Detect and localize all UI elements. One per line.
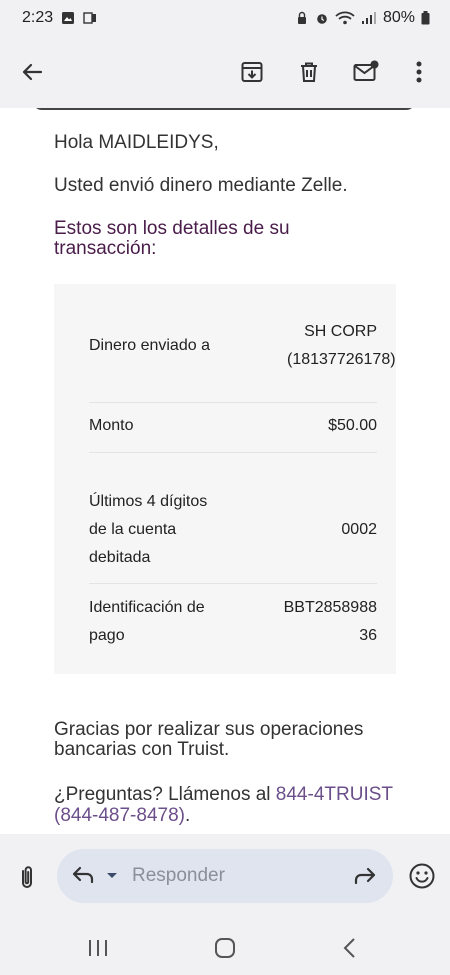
status-time: 2:23 — [22, 9, 54, 26]
back-chevron-icon — [343, 938, 355, 958]
row-divider — [89, 583, 377, 584]
row-value: $50.00 — [328, 417, 377, 434]
email-body[interactable]: Hola MAIDLEIDYS, Usted envió dinero medi… — [0, 108, 450, 834]
questions-text: ¿Preguntas? Llámenos al 844-4TRUIST (844… — [54, 784, 394, 826]
row-recipient: Dinero enviado a SH CORP (18137726178) — [89, 304, 396, 388]
attach-button[interactable] — [14, 864, 40, 895]
row-amount: Monto $50.00 — [89, 412, 377, 440]
row-label: Últimos 4 dígitos de la cuenta debitada — [89, 493, 208, 566]
lock-icon — [297, 11, 306, 24]
delete-button[interactable] — [291, 54, 327, 90]
reply-field[interactable]: Responder — [57, 849, 393, 903]
row-label: Dinero enviado a — [89, 337, 210, 354]
reply-icon — [72, 866, 117, 884]
thanks-text: Gracias por realizar sus operaciones ban… — [54, 719, 364, 760]
battery-percent: 80% — [382, 9, 415, 26]
status-bar: 2:23 80% — [0, 0, 450, 36]
gallery-icon — [62, 12, 75, 24]
row-value: BBT285898836 — [283, 599, 377, 644]
transaction-card: Dinero enviado a SH CORP (18137726178) M… — [54, 284, 396, 674]
app-bar — [0, 36, 450, 108]
reply-placeholder: Responder — [132, 865, 225, 886]
archive-icon — [241, 62, 263, 82]
questions-prefix: ¿Preguntas? Llámenos al — [54, 784, 276, 805]
forward-icon — [354, 867, 376, 885]
back-button[interactable] — [14, 54, 50, 90]
back-nav-button[interactable] — [340, 937, 360, 964]
row-label: Monto — [89, 417, 134, 434]
questions-suffix: . — [184, 805, 191, 826]
mark-unread-button[interactable] — [348, 54, 384, 90]
row-value: SH CORP (18137726178) — [287, 323, 396, 368]
recents-button[interactable] — [86, 938, 110, 963]
signal-icon — [361, 12, 376, 24]
arrow-left-icon — [22, 63, 43, 81]
row-divider — [89, 452, 377, 453]
home-icon — [215, 938, 235, 958]
more-options-button[interactable] — [401, 54, 437, 90]
system-nav-bar — [0, 918, 450, 975]
details-title: Estos son los detalles de su transacción… — [54, 218, 290, 259]
trash-icon — [301, 62, 317, 82]
mail-unread-icon — [353, 60, 379, 81]
row-value: 0002 — [341, 521, 377, 538]
emoji-button[interactable] — [408, 862, 436, 895]
reply-options-button[interactable] — [71, 863, 119, 894]
reply-bar: Responder — [0, 834, 450, 918]
emoji-icon — [409, 863, 435, 889]
header-divider — [32, 108, 416, 110]
forward-button[interactable] — [351, 863, 377, 894]
more-vert-icon — [416, 61, 422, 83]
row-payment-id: Identificación de pago BBT285898836 — [89, 594, 377, 650]
notification-icon — [83, 12, 97, 24]
alarm-icon — [317, 14, 327, 24]
row-divider — [89, 402, 377, 403]
sent-line: Usted envió dinero mediante Zelle. — [54, 175, 348, 196]
battery-icon — [421, 11, 430, 25]
archive-button[interactable] — [234, 54, 270, 90]
wifi-icon — [335, 11, 355, 25]
paperclip-icon — [22, 866, 32, 888]
greeting: Hola MAIDLEIDYS, — [54, 132, 219, 153]
row-label: Identificación de pago — [89, 599, 205, 644]
row-account: Últimos 4 dígitos de la cuenta debitada … — [89, 488, 377, 572]
recents-icon — [89, 940, 107, 956]
home-button[interactable] — [213, 937, 237, 964]
